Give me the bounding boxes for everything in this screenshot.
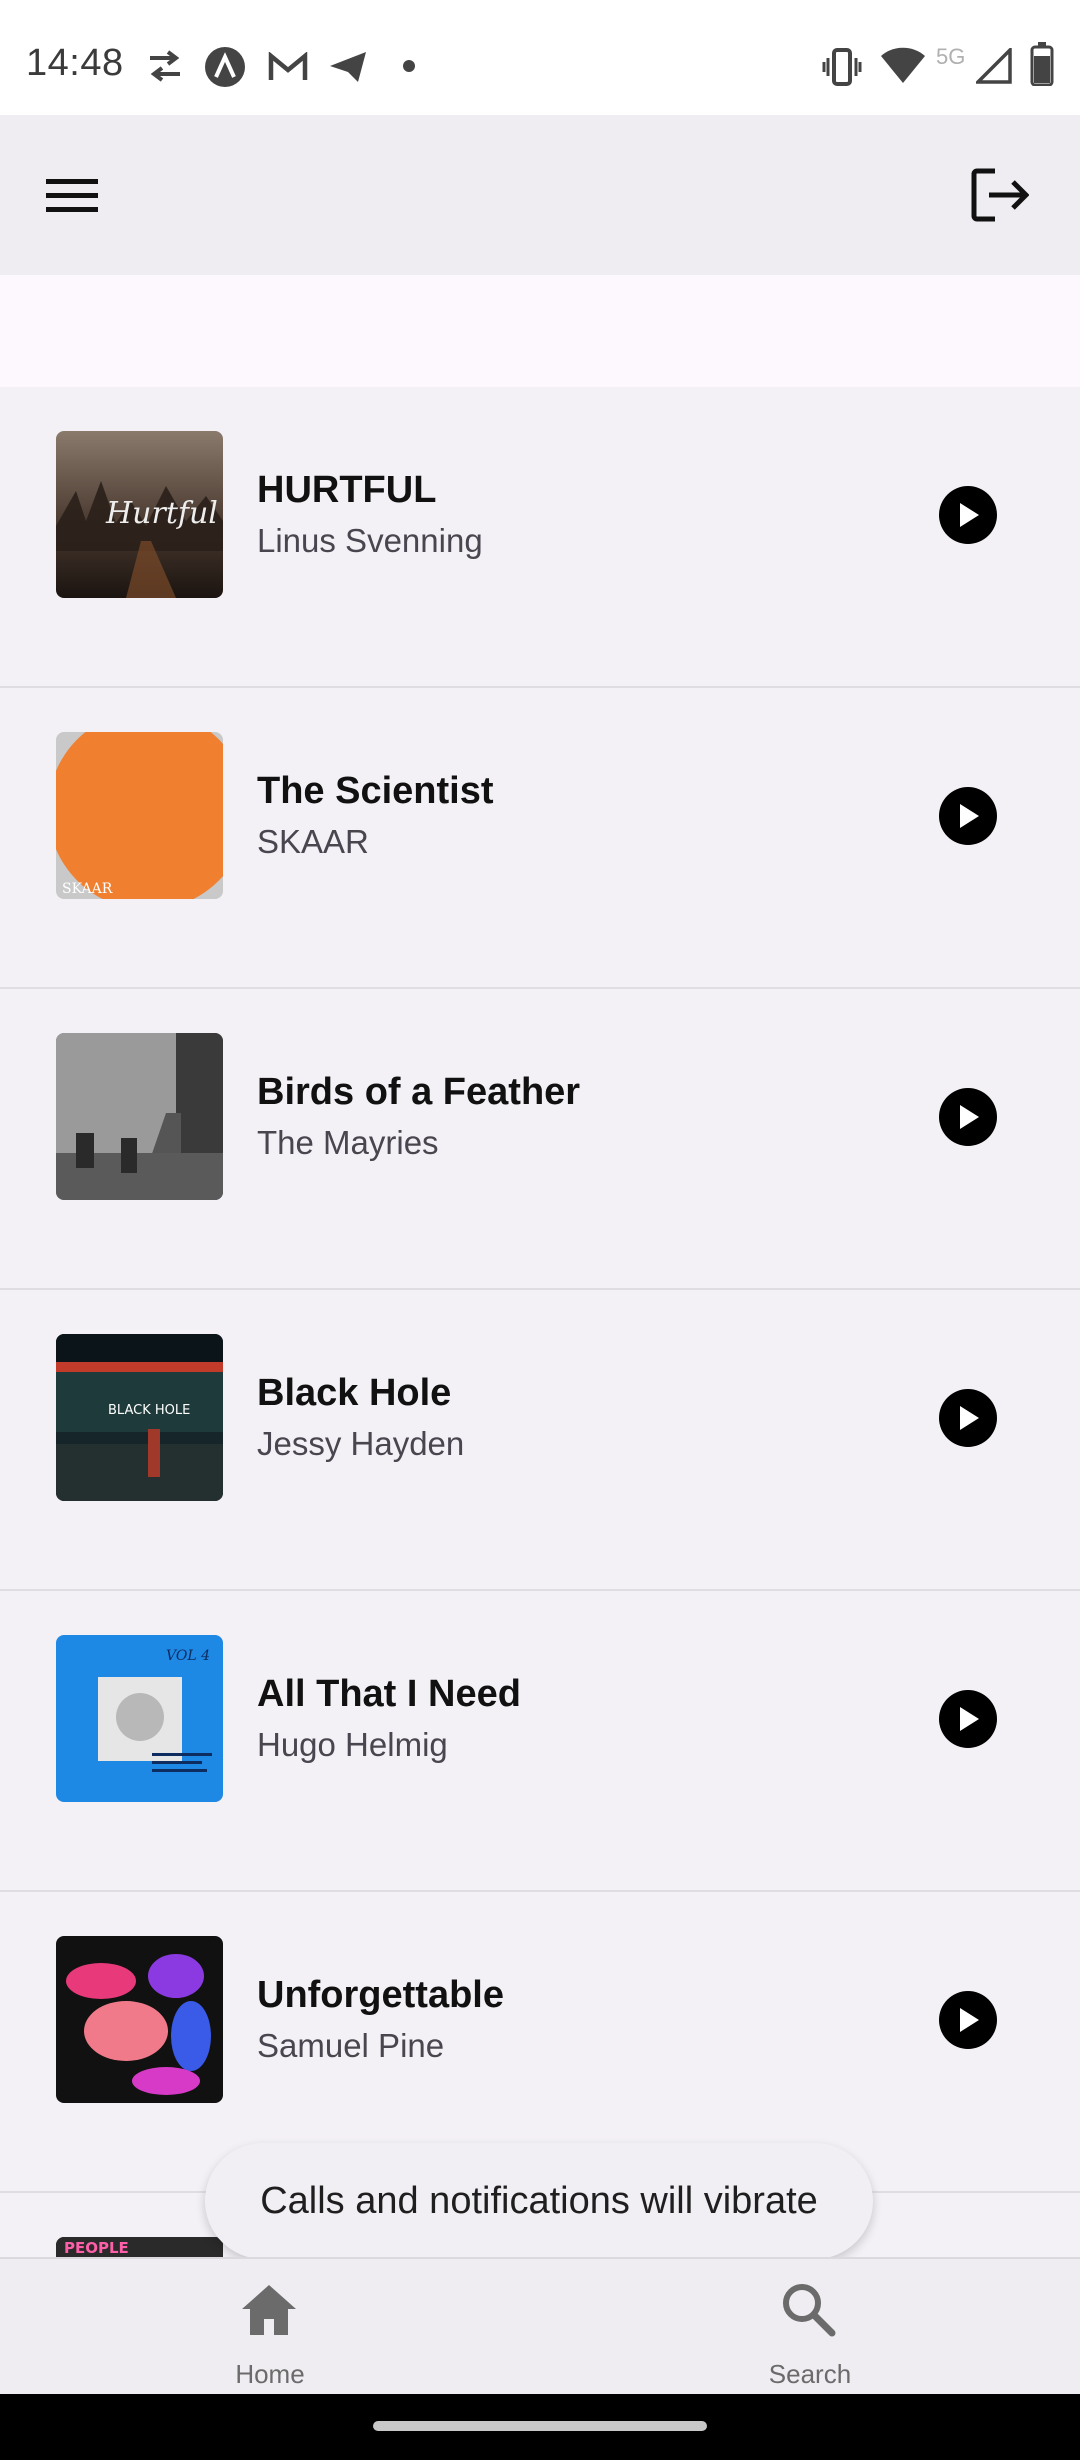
play-icon bbox=[960, 1105, 979, 1129]
status-bar: 14:48 5G bbox=[0, 0, 1080, 115]
sync-icon bbox=[150, 50, 180, 82]
bottom-navigation: Home Search bbox=[0, 2257, 1080, 2396]
song-title: Unforgettable bbox=[257, 1974, 504, 2016]
song-item-hurtful[interactable]: Hurtful HURTFUL Linus Svenning bbox=[0, 387, 1080, 688]
wifi-icon bbox=[881, 47, 925, 83]
gesture-handle[interactable] bbox=[373, 2421, 707, 2431]
home-icon bbox=[242, 2285, 296, 2335]
system-gesture-bar bbox=[0, 2394, 1080, 2460]
nav-item-search[interactable]: Search bbox=[660, 2259, 960, 2396]
song-list[interactable]: Hurtful HURTFUL Linus Svenning SKAAR The… bbox=[0, 387, 1080, 2257]
song-artist: Hugo Helmig bbox=[257, 1726, 448, 1763]
telegram-icon bbox=[330, 52, 366, 82]
album-cover: Hurtful bbox=[56, 431, 223, 598]
cover-text: BLACK HOLE bbox=[108, 1403, 190, 1418]
app-bar bbox=[0, 115, 1080, 275]
header-spacer bbox=[0, 275, 1080, 387]
song-artist: The Mayries bbox=[257, 1124, 439, 1161]
cover-text: VOL 4 bbox=[166, 1648, 210, 1664]
song-item-birds-of-a-feather[interactable]: Birds of a Feather The Mayries bbox=[0, 989, 1080, 1290]
play-icon bbox=[960, 1406, 979, 1430]
toast-message: Calls and notifications will vibrate bbox=[205, 2143, 873, 2259]
logout-icon bbox=[971, 168, 1029, 222]
song-title: The Scientist bbox=[257, 770, 494, 812]
album-cover: PEOPLE bbox=[56, 2237, 223, 2257]
play-button[interactable] bbox=[939, 1690, 997, 1748]
album-cover bbox=[56, 1936, 223, 2103]
menu-icon bbox=[46, 179, 98, 212]
signal-icon bbox=[976, 48, 1012, 84]
album-cover: SKAAR bbox=[56, 732, 223, 899]
album-cover: BLACK HOLE bbox=[56, 1334, 223, 1501]
song-title: HURTFUL bbox=[257, 469, 437, 511]
cover-text: PEOPLE bbox=[64, 2239, 129, 2257]
battery-icon bbox=[1030, 42, 1054, 86]
song-title: Birds of a Feather bbox=[257, 1071, 581, 1113]
nav-label-home: Home bbox=[235, 2359, 305, 2389]
search-icon bbox=[783, 2284, 836, 2337]
play-button[interactable] bbox=[939, 486, 997, 544]
nav-item-home[interactable]: Home bbox=[120, 2259, 420, 2396]
song-item-black-hole[interactable]: BLACK HOLE Black Hole Jessy Hayden bbox=[0, 1290, 1080, 1591]
play-button[interactable] bbox=[939, 787, 997, 845]
album-cover: VOL 4 bbox=[56, 1635, 223, 1802]
cover-text: Hurtful bbox=[105, 496, 218, 531]
status-time: 14:48 bbox=[26, 42, 124, 84]
logout-button[interactable] bbox=[955, 150, 1045, 240]
play-icon bbox=[960, 2008, 979, 2032]
gmail-icon bbox=[268, 52, 308, 80]
song-artist: Linus Svenning bbox=[257, 522, 483, 559]
network-type-label: 5G bbox=[936, 44, 966, 69]
song-item-all-that-i-need[interactable]: VOL 4 All That I Need Hugo Helmig bbox=[0, 1591, 1080, 1892]
play-button[interactable] bbox=[939, 1991, 997, 2049]
song-artist: Samuel Pine bbox=[257, 2027, 445, 2064]
app-a-icon bbox=[205, 47, 245, 87]
song-title: All That I Need bbox=[257, 1673, 521, 1715]
song-artist: Jessy Hayden bbox=[257, 1425, 465, 1462]
play-icon bbox=[960, 804, 979, 828]
menu-button[interactable] bbox=[27, 150, 117, 240]
play-button[interactable] bbox=[939, 1389, 997, 1447]
album-cover bbox=[56, 1033, 223, 1200]
nav-label-search: Search bbox=[768, 2359, 852, 2389]
play-icon bbox=[960, 1707, 979, 1731]
dot-icon bbox=[403, 60, 415, 72]
song-title: Black Hole bbox=[257, 1372, 452, 1414]
play-icon bbox=[960, 503, 979, 527]
song-artist: SKAAR bbox=[257, 823, 369, 860]
vibrate-icon bbox=[822, 48, 862, 86]
song-item-the-scientist[interactable]: SKAAR The Scientist SKAAR bbox=[0, 688, 1080, 989]
play-button[interactable] bbox=[939, 1088, 997, 1146]
cover-text: SKAAR bbox=[62, 881, 113, 897]
